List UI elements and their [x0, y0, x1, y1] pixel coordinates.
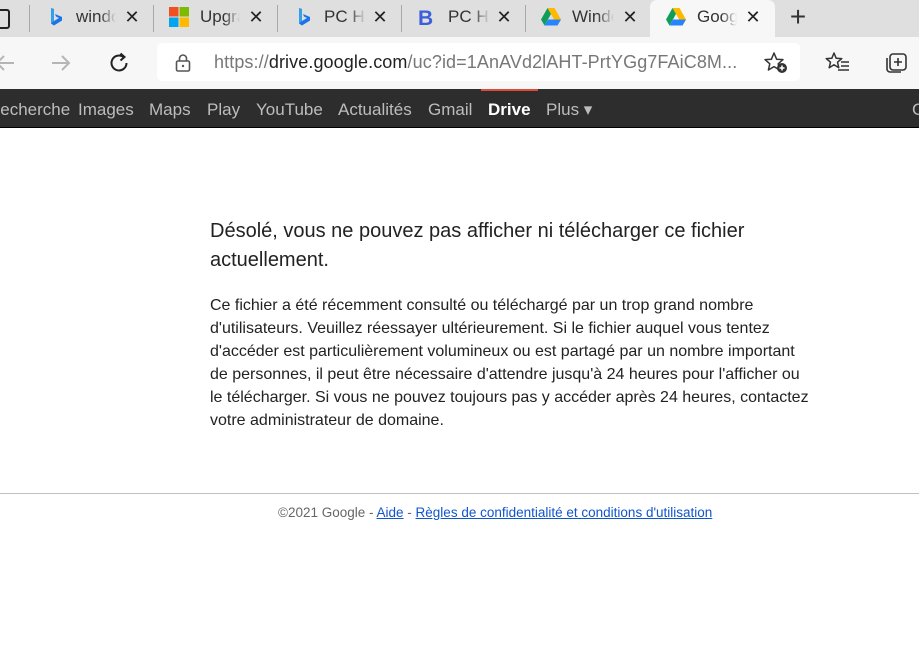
- close-icon[interactable]: ✕: [248, 8, 264, 26]
- google-drive-icon: [541, 8, 561, 26]
- svg-text:B: B: [418, 7, 433, 28]
- browser-toolbar: https://drive.google.com/uc?id=1AnAVd2lA…: [0, 37, 919, 90]
- bing-icon: [299, 8, 310, 26]
- tab-title: windows 11: [76, 7, 116, 26]
- gbar-item-maps[interactable]: Maps: [149, 100, 191, 120]
- tab-separator: [277, 5, 278, 32]
- tab-pc-health-check[interactable]: PC Health Check ✕: [277, 0, 401, 37]
- gbar-item-actualites[interactable]: Actualités: [338, 100, 412, 120]
- error-heading: Désolé, vous ne pouvez pas afficher ni t…: [210, 220, 745, 271]
- help-link[interactable]: Aide: [377, 505, 404, 520]
- add-favorite-icon[interactable]: [763, 51, 789, 75]
- lock-icon[interactable]: [174, 53, 192, 73]
- url-scheme: https://: [214, 52, 269, 72]
- tab-title: PC Health Check: [324, 7, 366, 26]
- tab-windows-11-drive[interactable]: Windows 11 ✕: [525, 0, 649, 37]
- tab-actions-icon[interactable]: [0, 9, 10, 29]
- error-message: Ce fichier a été récemment consulté ou t…: [210, 297, 809, 429]
- tab-separator: [153, 5, 154, 32]
- gbar-item-plus[interactable]: Plus ▾: [546, 100, 592, 120]
- url-domain: drive.google.com: [268, 52, 408, 72]
- tab-strip: windows 11 ✕ Upgrade ✕ PC Health Check ✕…: [0, 0, 919, 37]
- privacy-terms-link[interactable]: Règles de confidentialité et conditions …: [416, 505, 713, 520]
- gbar-item-recherche[interactable]: Recherche: [0, 100, 70, 120]
- refresh-icon[interactable]: [107, 51, 131, 75]
- tab-upgrade[interactable]: Upgrade ✕: [153, 0, 277, 37]
- close-icon[interactable]: ✕: [496, 8, 512, 26]
- tab-pc-health-check-2[interactable]: B PC Health Check ✕: [401, 0, 525, 37]
- close-icon[interactable]: ✕: [124, 8, 140, 26]
- tab-google-drive-active[interactable]: Google Drive ✕: [650, 0, 775, 37]
- gbar-item-play[interactable]: Play: [207, 100, 240, 120]
- gbar-item-drive[interactable]: Drive: [488, 100, 531, 120]
- tab-separator: [525, 5, 526, 32]
- b-icon: B: [418, 7, 433, 28]
- url-text: https://drive.google.com/uc?id=1AnAVd2lA…: [214, 52, 744, 73]
- footer-separator: -: [403, 505, 416, 520]
- gbar-item-gmail[interactable]: Gmail: [428, 100, 472, 120]
- gbar-item-youtube[interactable]: YouTube: [256, 100, 323, 120]
- collections-icon[interactable]: [883, 50, 909, 76]
- favorites-icon[interactable]: [825, 50, 851, 74]
- google-drive-icon: [666, 8, 686, 26]
- tab-title: PC Health Check: [448, 7, 490, 26]
- tab-separator: [29, 5, 30, 32]
- close-icon[interactable]: ✕: [745, 8, 761, 26]
- tab-title: Google Drive: [697, 7, 737, 26]
- footer: ©2021 Google - Aide - Règles de confiden…: [278, 505, 712, 520]
- tab-title: Upgrade: [200, 7, 240, 26]
- google-nav-bar: Recherche Images Maps Play YouTube Actua…: [0, 89, 919, 128]
- active-indicator: [481, 89, 538, 91]
- address-bar[interactable]: https://drive.google.com/uc?id=1AnAVd2lA…: [157, 43, 800, 81]
- footer-copyright: ©2021 Google -: [278, 505, 377, 520]
- forward-arrow-icon[interactable]: [50, 52, 72, 74]
- back-arrow-icon[interactable]: [0, 52, 16, 74]
- footer-divider: [0, 493, 919, 494]
- gbar-item-right[interactable]: C: [912, 100, 919, 120]
- bing-icon: [51, 8, 62, 26]
- url-path: /uc?id=1AnAVd2lAHT-PrtYGg7FAiC8M...: [407, 52, 738, 72]
- microsoft-icon: [169, 7, 189, 27]
- tab-windows-11[interactable]: windows 11 ✕: [29, 0, 153, 37]
- close-icon[interactable]: ✕: [372, 8, 388, 26]
- tab-separator: [401, 5, 402, 32]
- tab-title: Windows 11: [572, 7, 614, 26]
- new-tab-button[interactable]: +: [787, 3, 809, 31]
- close-icon[interactable]: ✕: [622, 8, 638, 26]
- gbar-item-images[interactable]: Images: [78, 100, 134, 120]
